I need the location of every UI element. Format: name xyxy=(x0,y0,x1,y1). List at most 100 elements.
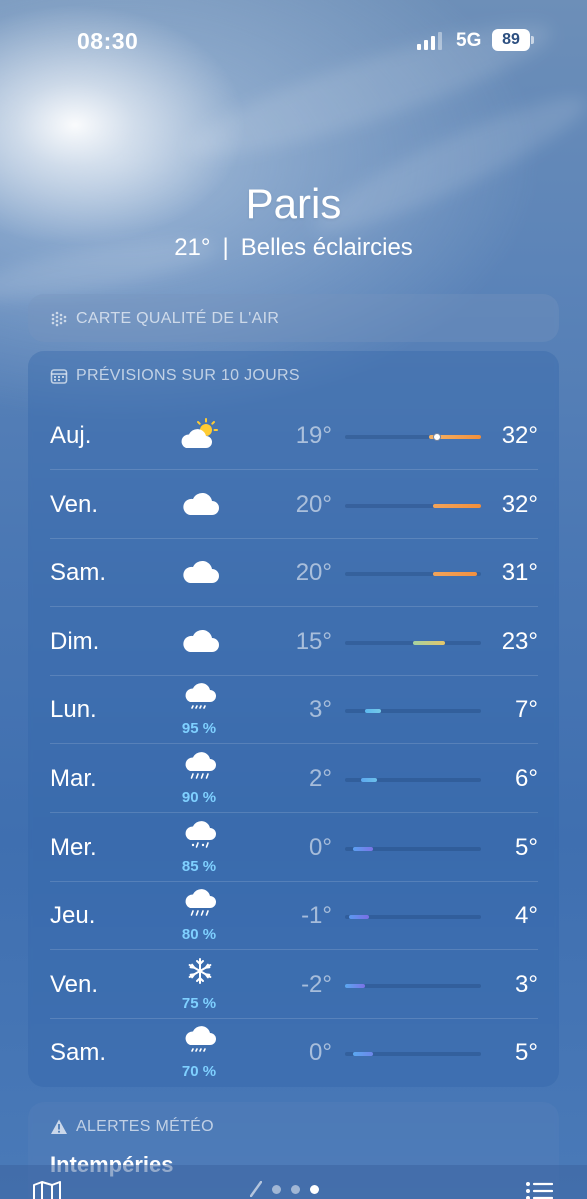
forecast-day: Ven. xyxy=(50,490,99,518)
temperature-range-fill xyxy=(433,503,481,508)
cloud-sleet-icon xyxy=(178,818,222,858)
forecast-day: Dim. xyxy=(50,627,100,655)
city-name: Paris xyxy=(245,180,342,227)
cloud-drizzle-icon xyxy=(178,680,222,720)
low-temperature: 19° xyxy=(295,422,332,449)
cloud-icon xyxy=(178,622,222,662)
forecast-row[interactable]: Ven. 20° 32° xyxy=(50,471,538,539)
forecast-title: PRÉVISIONS SUR 10 JOURS xyxy=(76,367,300,384)
cloud-rain-icon xyxy=(178,749,222,789)
current-temperature-dot xyxy=(433,433,441,441)
network-type: 5G xyxy=(456,30,482,51)
high-temperature: 6° xyxy=(515,765,538,792)
alerts-header: ALERTES MÉTÉO xyxy=(50,1118,214,1136)
temperature-range-fill xyxy=(361,778,377,782)
temperature-range-fill xyxy=(345,983,365,988)
low-temperature: 0° xyxy=(309,833,332,861)
cloud-icon xyxy=(178,553,222,593)
map-icon[interactable] xyxy=(32,1181,62,1199)
location-arrow-icon xyxy=(250,1181,262,1197)
page-dot[interactable] xyxy=(272,1184,281,1194)
air-quality-header: CARTE QUALITÉ DE L'AIR xyxy=(50,310,279,328)
forecast-row[interactable]: Jeu. 80 % -1° 4° xyxy=(50,882,538,951)
forecast-day: Mer. xyxy=(50,833,97,861)
air-quality-title: CARTE QUALITÉ DE L'AIR xyxy=(76,310,280,327)
high-temperature: 5° xyxy=(515,1039,538,1067)
page-indicator[interactable] xyxy=(250,1181,319,1197)
cloud-icon xyxy=(178,485,222,525)
temperature-range-fill xyxy=(433,572,477,577)
forecast-row[interactable]: Sam. 70 % 0° 5° xyxy=(50,1019,538,1087)
page-dot-active[interactable] xyxy=(310,1184,319,1194)
low-temperature: 15° xyxy=(295,627,332,655)
forecast-row[interactable]: Lun. 95 % 3° 7° xyxy=(50,676,538,745)
high-temperature: 7° xyxy=(515,696,538,724)
forecast-header: PRÉVISIONS SUR 10 JOURS xyxy=(50,367,300,385)
air-quality-card[interactable]: CARTE QUALITÉ DE L'AIR xyxy=(28,294,559,342)
precipitation-chance: 70 % xyxy=(181,1063,217,1081)
low-temperature: 3° xyxy=(309,696,332,724)
temperature-range-bar xyxy=(345,778,481,782)
cloud-drizzle-icon xyxy=(178,1023,222,1063)
precipitation-chance: 80 % xyxy=(181,926,217,944)
high-temperature: 4° xyxy=(515,902,538,930)
high-temperature: 31° xyxy=(501,559,538,587)
status-bar: 08:30 5G 89 xyxy=(0,0,587,80)
temperature-range-bar xyxy=(345,1052,481,1057)
low-temperature: -2° xyxy=(301,970,332,998)
cloud-rain-icon xyxy=(178,886,222,926)
temperature-range-bar xyxy=(345,503,481,508)
forecast-row[interactable]: Dim. 15° 23° xyxy=(50,608,538,676)
temperature-range-fill xyxy=(353,1052,373,1057)
temperature-range-fill xyxy=(365,709,381,714)
snowflake-icon xyxy=(178,955,222,995)
precipitation-chance: 75 % xyxy=(181,994,217,1012)
low-temperature: 0° xyxy=(309,1039,332,1067)
battery-tip xyxy=(531,36,534,44)
alerts-title: ALERTES MÉTÉO xyxy=(76,1118,214,1135)
page-dot[interactable] xyxy=(291,1184,300,1194)
cellular-signal-icon xyxy=(417,32,443,50)
precipitation-chance: 95 % xyxy=(181,720,217,738)
temperature-range-bar xyxy=(345,983,481,988)
warning-icon xyxy=(50,1118,68,1136)
temperature-range-bar xyxy=(345,709,481,714)
calendar-icon xyxy=(50,367,68,385)
summary-separator: | xyxy=(222,234,229,261)
high-temperature: 5° xyxy=(515,833,538,861)
status-time: 08:30 xyxy=(77,28,139,54)
high-temperature: 32° xyxy=(501,490,538,518)
low-temperature: -1° xyxy=(301,902,332,930)
forecast-day: Jeu. xyxy=(50,902,96,930)
forecast-row[interactable]: Mar. 90 % 2° 6° xyxy=(50,745,538,813)
bottom-toolbar xyxy=(0,1165,587,1199)
low-temperature: 2° xyxy=(309,765,332,792)
low-temperature: 20° xyxy=(295,490,332,518)
forecast-day: Sam. xyxy=(50,559,107,587)
temperature-range-bar xyxy=(345,846,481,851)
forecast-day: Ven. xyxy=(50,970,99,998)
high-temperature: 23° xyxy=(501,627,538,655)
temperature-range-bar xyxy=(345,433,481,441)
high-temperature: 3° xyxy=(515,970,538,998)
forecast-day: Sam. xyxy=(50,1039,107,1067)
temperature-range-fill xyxy=(413,640,445,645)
precipitation-chance: 90 % xyxy=(181,789,217,806)
forecast-row[interactable]: Auj. 19° 32° xyxy=(50,402,538,470)
temperature-range-bar xyxy=(345,640,481,645)
forecast-row[interactable]: Mer. 85 % 0° 5° xyxy=(50,814,538,882)
forecast-row[interactable]: Sam. 20° 31° xyxy=(50,539,538,608)
sun-behind-cloud-icon xyxy=(178,416,222,456)
current-summary: 21° | Belles éclaircies xyxy=(0,234,587,262)
air-quality-icon xyxy=(50,310,68,328)
battery-level: 89 xyxy=(492,29,530,51)
forecast-row[interactable]: Ven. 75 % -2° 3° xyxy=(50,951,538,1019)
temperature-range-bar xyxy=(345,915,481,920)
current-temperature: 21° xyxy=(174,234,211,261)
forecast-day: Auj. xyxy=(50,422,92,449)
precipitation-chance: 85 % xyxy=(181,857,217,875)
temperature-range-fill xyxy=(353,846,373,851)
list-icon[interactable] xyxy=(525,1181,554,1199)
current-condition: Belles éclaircies xyxy=(240,234,413,261)
forecast-day: Mar. xyxy=(50,765,97,792)
